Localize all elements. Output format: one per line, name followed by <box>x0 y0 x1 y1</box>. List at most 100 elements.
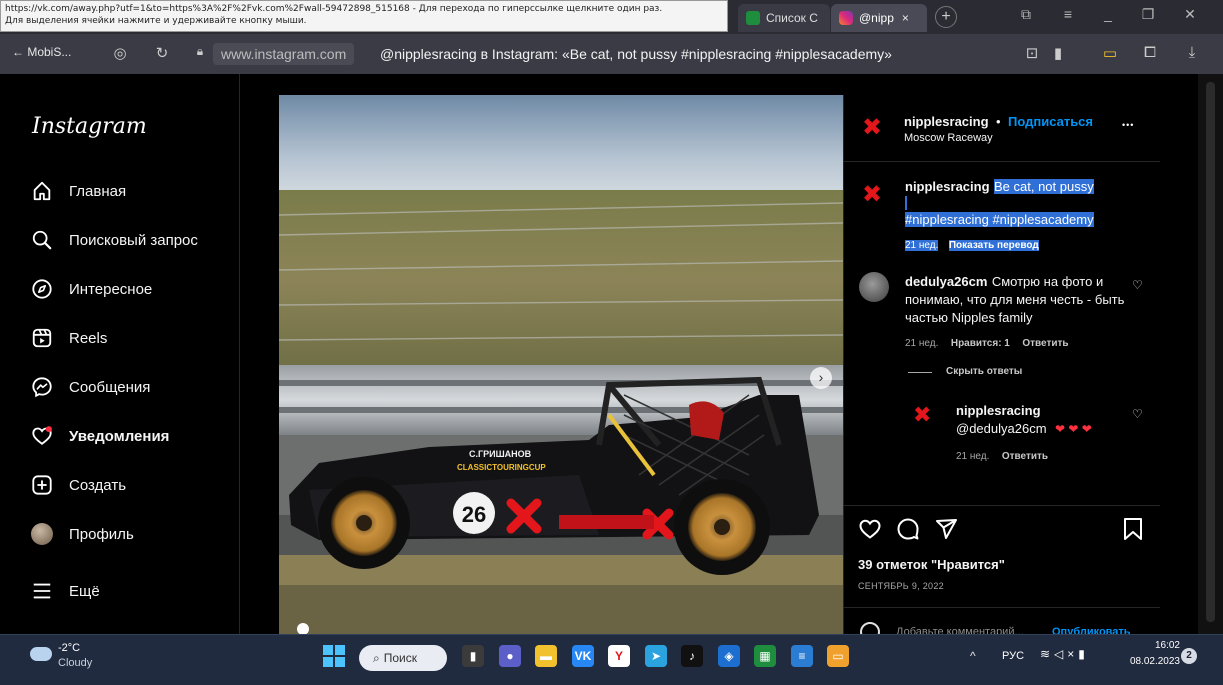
tab-instagram[interactable]: @nipp × <box>831 4 927 32</box>
weather-temp[interactable]: -2°C <box>58 642 80 654</box>
author-avatar[interactable]: ✖ <box>862 113 882 141</box>
post-date[interactable]: СЕНТЯБРЬ 9, 2022 <box>858 581 944 591</box>
nav-explore[interactable]: Интересное <box>30 275 152 303</box>
sheets-app[interactable]: ▦ <box>754 645 776 667</box>
defender-app[interactable]: ◈ <box>718 645 740 667</box>
extensions-icon[interactable]: ⧠ <box>1140 44 1160 61</box>
follow-button[interactable]: Подписаться <box>1008 114 1093 129</box>
status-hint-line: Для выделения ячейки нажмите и удерживай… <box>5 16 307 26</box>
explorer-app[interactable]: ▬ <box>535 645 557 667</box>
comment-icon[interactable] <box>896 517 920 546</box>
docs-app[interactable]: ≡ <box>791 645 813 667</box>
save-bookmark-icon[interactable] <box>1122 517 1144 546</box>
reply-mention[interactable]: @dedulya26cm <box>956 421 1047 436</box>
nav-more[interactable]: Ещё <box>30 577 100 605</box>
comment-likes[interactable]: Нравится: 1 <box>951 338 1010 349</box>
yandex-app[interactable]: Y <box>608 645 630 667</box>
vk-app[interactable]: VK <box>572 645 594 667</box>
scrollbar-thumb[interactable] <box>1206 82 1215 622</box>
restore-icon[interactable]: ❐ <box>1136 6 1160 23</box>
menu-icon <box>30 579 54 603</box>
nav-search[interactable]: Поисковый запрос <box>30 226 198 254</box>
comment-like-icon[interactable]: ♡ <box>1132 278 1143 292</box>
reply-to-reply-button[interactable]: Ответить <box>1002 451 1048 462</box>
caption-meta: 21 нед. Показать перевод <box>905 235 1039 253</box>
avatar <box>31 523 53 545</box>
tab-actions-icon[interactable]: ⧉ <box>1014 6 1038 23</box>
new-tab-button[interactable]: + <box>935 6 957 28</box>
nav-notifications[interactable]: Уведомления <box>30 422 169 450</box>
start-button[interactable] <box>323 645 345 667</box>
close-tab-icon[interactable]: × <box>902 11 909 25</box>
reply-like-icon[interactable]: ♡ <box>1132 407 1143 421</box>
back-button[interactable]: ← MobiS... <box>12 45 71 59</box>
download-icon[interactable]: ⤓ <box>1182 44 1202 61</box>
reply-button[interactable]: Ответить <box>1022 338 1068 349</box>
page-scrollbar[interactable] <box>1198 74 1223 634</box>
nav-profile[interactable]: Профиль <box>30 520 134 548</box>
nav-create[interactable]: Создать <box>30 471 126 499</box>
post-details-panel <box>843 95 1160 635</box>
language-indicator[interactable]: РУС <box>1002 650 1024 662</box>
protect-icon[interactable]: ◎ <box>110 44 130 62</box>
comment-username[interactable]: dedulya26cm <box>905 274 987 289</box>
caption-time[interactable]: 21 нед. <box>905 240 939 251</box>
reply-time[interactable]: 21 нед. <box>956 451 989 462</box>
nav-label: Ещё <box>69 582 100 600</box>
teams-app[interactable]: ● <box>499 645 521 667</box>
instagram-sidebar: Instagram <box>0 74 240 634</box>
post-photo[interactable]: C.ГРИШАНОВ CLASSICTOURINGCUP 26 <box>279 95 843 635</box>
search-label: Поиск <box>383 651 417 665</box>
caption-hashtags[interactable]: #nipplesracing #nipplesacademy <box>905 212 1094 227</box>
battery-saver-icon[interactable]: ▭ <box>1100 44 1120 62</box>
reload-icon[interactable]: ↻ <box>152 44 172 62</box>
replies-line <box>908 372 932 373</box>
nav-home[interactable]: Главная <box>30 177 126 205</box>
share-icon[interactable] <box>934 517 958 546</box>
hide-replies-button[interactable]: Скрыть ответы <box>946 366 1022 377</box>
caption: nipplesracing Be cat, not pussy <box>905 178 1145 195</box>
show-hidden-icons[interactable]: ^ <box>970 649 976 663</box>
bookmark-icon[interactable]: ▮ <box>1048 44 1068 62</box>
tiktok-app[interactable]: ♪ <box>681 645 703 667</box>
system-tray-icons[interactable]: ≋◁×▮ <box>1040 647 1089 661</box>
nav-reels[interactable]: Reels <box>30 324 107 352</box>
clock-date[interactable]: 08.02.2023 <box>1112 656 1180 667</box>
nav-label: Создать <box>69 476 127 494</box>
url-field[interactable]: www.instagram.com <box>213 43 355 65</box>
translate-icon[interactable]: ⊡ <box>1022 44 1042 62</box>
weather-desc[interactable]: Cloudy <box>58 657 92 669</box>
minimize-icon[interactable]: _ <box>1096 6 1120 22</box>
post-header: nipplesracing • Подписаться <box>904 113 1093 131</box>
likes-count[interactable]: 39 отметок "Нравится" <box>858 557 1005 572</box>
car-sponsor-text: CLASSICTOURINGCUP <box>457 463 546 472</box>
show-translation-link[interactable]: Показать перевод <box>948 240 1039 251</box>
nav-messages[interactable]: Сообщения <box>30 373 150 401</box>
divider <box>844 161 1160 162</box>
post-location[interactable]: Moscow Raceway <box>904 132 993 144</box>
author-username[interactable]: nipplesracing <box>904 114 989 129</box>
notification-badge[interactable]: 2 <box>1181 648 1197 664</box>
commenter-avatar[interactable] <box>859 272 889 302</box>
instagram-favicon-icon <box>839 11 853 25</box>
instagram-logo[interactable]: Instagram <box>32 114 147 139</box>
reply-body: @dedulya26cm ❤ ❤ ❤ <box>956 420 1092 438</box>
clock-time[interactable]: 16:02 <box>1120 640 1180 651</box>
reply-username[interactable]: nipplesracing <box>956 403 1041 418</box>
next-image-button[interactable]: › <box>810 367 832 389</box>
caption-username[interactable]: nipplesracing <box>905 179 990 194</box>
plus-square-icon <box>30 473 54 497</box>
more-options-icon[interactable]: ••• <box>1122 120 1134 130</box>
reply-avatar[interactable]: ✖ <box>913 403 931 428</box>
files-app[interactable]: ▮ <box>462 645 484 667</box>
taskbar-search[interactable]: ⌕ Поиск <box>359 645 447 671</box>
like-icon[interactable] <box>858 517 882 546</box>
caption-avatar[interactable]: ✖ <box>862 180 882 208</box>
telegram-app[interactable]: ➤ <box>645 645 667 667</box>
tab-list[interactable]: Список С <box>738 4 830 32</box>
close-window-icon[interactable]: ✕ <box>1178 6 1202 23</box>
nav-label: Сообщения <box>69 378 151 396</box>
comment-time[interactable]: 21 нед. <box>905 338 938 349</box>
browser-menu-icon[interactable]: ≡ <box>1056 6 1080 22</box>
slides-app[interactable]: ▭ <box>827 645 849 667</box>
